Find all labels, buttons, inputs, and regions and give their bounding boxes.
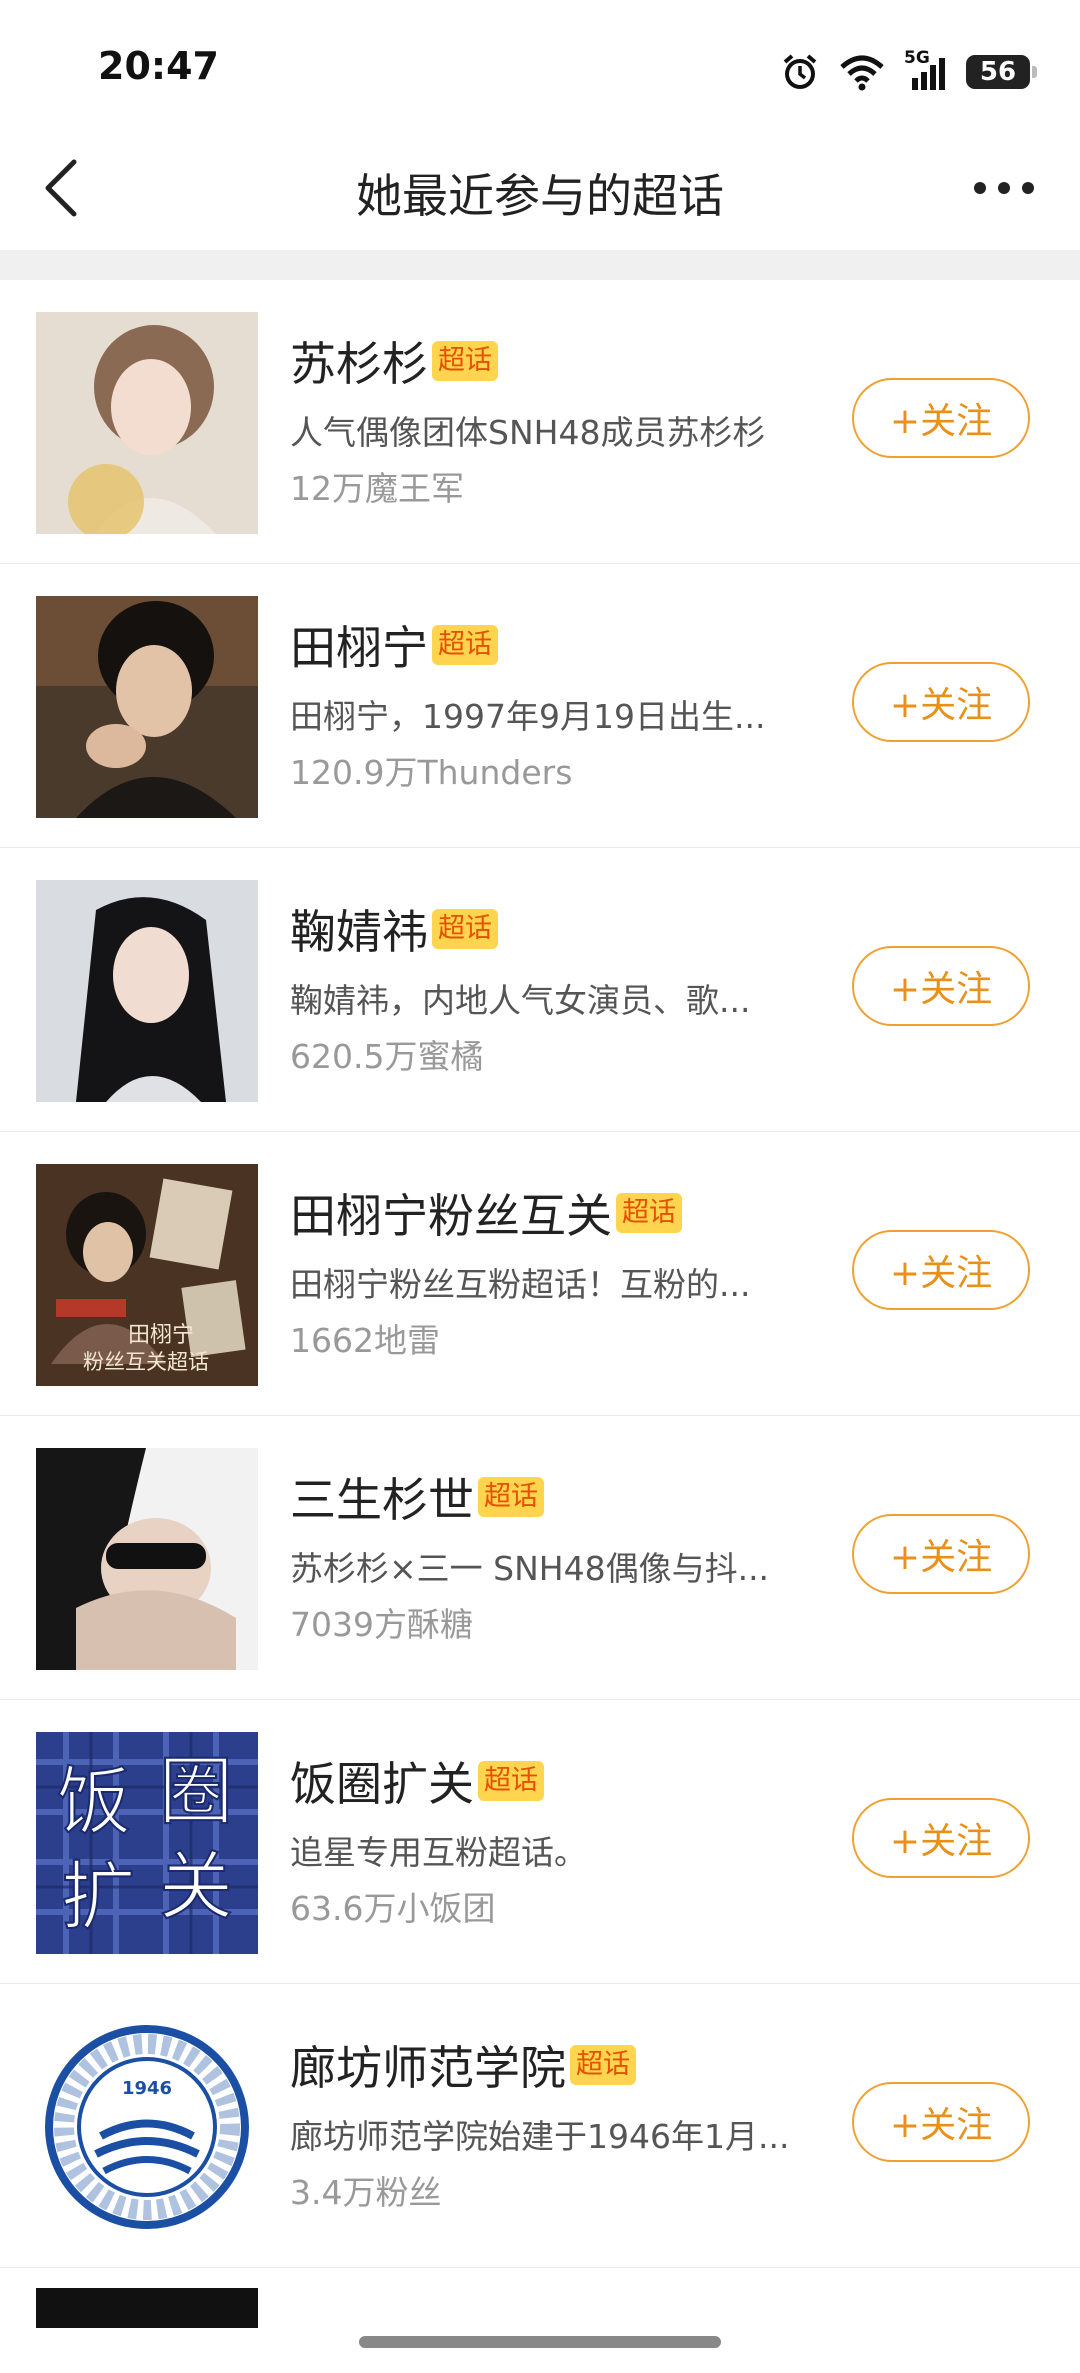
thumb-text: 扩	[61, 1854, 135, 1940]
topic-fans: 7039方酥糖	[290, 1605, 473, 1644]
topic-description: 廊坊师范学院始建于1946年1月...	[290, 2117, 790, 2156]
topic-description: 鞠婧祎，内地人气女演员、歌...	[290, 981, 751, 1020]
topic-fans: 1662地雷	[290, 1321, 440, 1360]
follow-button[interactable]: +关注	[852, 1230, 1030, 1310]
topic-avatar-image	[36, 312, 258, 534]
follow-button[interactable]: +关注	[852, 1798, 1030, 1878]
topic-name: 田栩宁	[290, 621, 428, 675]
super-topic-badge: 超话	[478, 1477, 544, 1517]
list-item[interactable]: 饭 圈 扩 关 饭圈扩关 超话 追星专用互粉超话。 63.6万小饭团 +关注	[0, 1700, 1080, 1984]
topic-fans: 12万魔王军	[290, 469, 464, 508]
wifi-icon	[840, 55, 884, 91]
topic-avatar-image	[36, 2288, 258, 2328]
follow-button[interactable]: +关注	[852, 946, 1030, 1026]
follow-button[interactable]: +关注	[852, 2082, 1030, 2162]
thumb-text: 饭	[57, 1759, 131, 1845]
page-title: 她最近参与的超话	[356, 169, 724, 223]
topic-description: 田栩宁粉丝互粉超话！互粉的...	[290, 1265, 751, 1304]
list-item[interactable]: 田栩宁 超话 田栩宁，1997年9月19日出生... 120.9万Thunder…	[0, 564, 1080, 848]
thumb-text: 关	[159, 1844, 233, 1930]
list-item[interactable]: 苏杉杉 超话 人气偶像团体SNH48成员苏杉杉 12万魔王军 +关注	[0, 280, 1080, 564]
university-logo: 1946	[36, 2016, 258, 2238]
follow-button[interactable]: +关注	[852, 1514, 1030, 1594]
topic-fans: 3.4万粉丝	[290, 2173, 442, 2212]
topic-avatar-image	[36, 596, 258, 818]
topic-avatar-image: 田栩宁 粉丝互关超话	[36, 1164, 258, 1386]
status-time: 20:47	[98, 44, 219, 88]
topic-description: 人气偶像团体SNH48成员苏杉杉	[290, 413, 766, 452]
topic-description: 田栩宁，1997年9月19日出生...	[290, 697, 766, 736]
section-divider	[0, 250, 1080, 280]
list-item[interactable]: 田栩宁 粉丝互关超话 田栩宁粉丝互关 超话 田栩宁粉丝互粉超话！互粉的... 1…	[0, 1132, 1080, 1416]
topic-description: 苏杉杉×三一 SNH48偶像与抖...	[290, 1549, 770, 1588]
super-topic-badge: 超话	[432, 341, 498, 381]
topic-fans: 620.5万蜜橘	[290, 1037, 484, 1076]
super-topic-badge: 超话	[432, 909, 498, 949]
signal-icon: 5G	[904, 48, 948, 92]
super-topic-badge: 超话	[616, 1193, 682, 1233]
more-options-icon[interactable]	[964, 166, 1044, 210]
topic-name: 饭圈扩关	[290, 1757, 474, 1811]
topic-avatar-image	[36, 880, 258, 1102]
topic-name: 三生杉世	[290, 1473, 474, 1527]
topic-name: 廊坊师范学院	[290, 2041, 566, 2095]
topic-fans: 63.6万小饭团	[290, 1889, 496, 1928]
list-item-partial	[0, 2268, 1080, 2328]
thumb-text: 圈	[159, 1749, 233, 1835]
topic-avatar-image	[36, 1448, 258, 1670]
status-bar: 20:47 5G 56	[0, 0, 1080, 130]
status-icons: 5G 56	[780, 48, 1037, 92]
super-topic-badge: 超话	[432, 625, 498, 665]
nav-bar: 她最近参与的超话	[0, 130, 1080, 250]
topic-fans: 120.9万Thunders	[290, 753, 573, 792]
topic-name: 田栩宁粉丝互关	[290, 1189, 612, 1243]
thumb-text: 粉丝互关超话	[83, 1350, 209, 1374]
topic-description: 追星专用互粉超话。	[290, 1833, 587, 1872]
logo-year: 1946	[122, 2078, 172, 2099]
list-item[interactable]: 1946 廊坊师范学院 超话 廊坊师范学院始建于1946年1月... 3.4万粉…	[0, 1984, 1080, 2268]
thumb-text: 田栩宁	[128, 1323, 194, 1348]
super-topic-badge: 超话	[478, 1761, 544, 1801]
alarm-icon	[783, 54, 817, 89]
home-indicator[interactable]	[359, 2336, 721, 2348]
super-topic-badge: 超话	[570, 2045, 636, 2085]
super-topic-list: 苏杉杉 超话 人气偶像团体SNH48成员苏杉杉 12万魔王军 +关注 田栩宁 超…	[0, 280, 1080, 2328]
battery-icon: 56	[966, 55, 1037, 89]
topic-avatar-image: 饭 圈 扩 关	[36, 1732, 258, 1954]
topic-name: 鞠婧祎	[290, 905, 428, 959]
follow-button[interactable]: +关注	[852, 662, 1030, 742]
topic-name: 苏杉杉	[290, 337, 428, 391]
list-item[interactable]: 三生杉世 超话 苏杉杉×三一 SNH48偶像与抖... 7039方酥糖 +关注	[0, 1416, 1080, 1700]
follow-button[interactable]: +关注	[852, 378, 1030, 458]
list-item[interactable]: 鞠婧祎 超话 鞠婧祎，内地人气女演员、歌... 620.5万蜜橘 +关注	[0, 848, 1080, 1132]
